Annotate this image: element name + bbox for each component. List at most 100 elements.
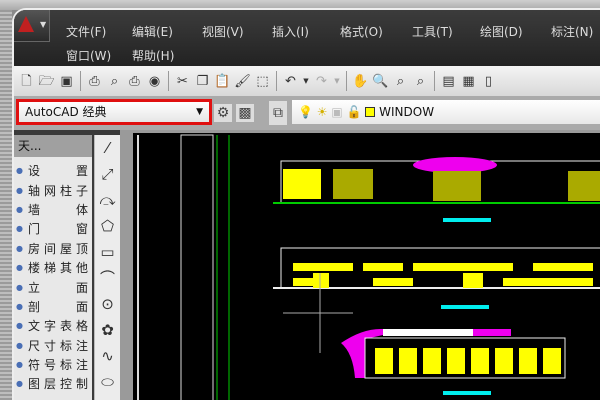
publish-icon[interactable]: ⎙	[126, 73, 143, 90]
workspace-settings-icon[interactable]: ⚙	[214, 104, 232, 122]
menu-bar: 文件(F) 编辑(E) 视图(V) 插入(I) 格式(O) 工具(T) 绘图(D…	[14, 10, 600, 66]
palette-item-stairs[interactable]: ● 楼梯其他	[14, 258, 92, 277]
item-label: 房间屋顶	[28, 241, 88, 256]
item-label: 门 窗	[28, 222, 88, 237]
menu-edit[interactable]: 编辑(E)	[132, 23, 173, 40]
autocad-window: 文件(F) 编辑(E) 视图(V) 插入(I) 格式(O) 工具(T) 绘图(D…	[12, 8, 600, 400]
separator	[80, 71, 81, 91]
line-icon[interactable]: ⁄	[95, 135, 120, 161]
ellipse-icon[interactable]: ⬭	[95, 369, 120, 395]
match-properties-icon[interactable]: 🖌	[234, 73, 251, 90]
cad-drawing	[137, 134, 600, 400]
drawing-canvas[interactable]	[133, 133, 600, 400]
menu-insert[interactable]: 插入(I)	[272, 23, 309, 40]
item-label: 设 置	[28, 164, 88, 179]
paste-icon[interactable]: 📋	[214, 73, 231, 90]
title-block	[180, 134, 214, 400]
tangent-palette: 天... ● 设 置 ● 轴网柱子 ● 墙 体 ● 门 窗 ● 房间屋顶 ● 楼梯其他 ● 立…	[14, 135, 92, 400]
save-icon[interactable]: ▣	[58, 73, 75, 90]
lock-open-icon: 🔓	[346, 105, 362, 119]
chevron-down-icon: ▼	[40, 20, 47, 29]
palette-item-elevation[interactable]: ● 立 面	[14, 277, 92, 296]
menu-view[interactable]: 视图(V)	[202, 23, 244, 40]
redo-dropdown-icon[interactable]: ▼	[333, 73, 341, 90]
lightbulb-icon: 💡	[298, 105, 313, 119]
palette-item-axis-grid[interactable]: ● 轴网柱子	[14, 180, 92, 199]
item-label: 轴网柱子	[28, 183, 88, 198]
workspace-selected: AutoCAD 经典	[25, 105, 107, 119]
circle-icon[interactable]: ⊙	[95, 291, 120, 317]
item-label: 剖 面	[28, 299, 88, 314]
block-editor-icon[interactable]: ⬚	[254, 73, 271, 90]
revision-cloud-icon[interactable]: ✿	[95, 317, 120, 343]
application-menu-button[interactable]: ▼	[14, 10, 50, 42]
item-label: 图层控制	[28, 377, 88, 392]
arc-icon[interactable]: ⌒	[95, 265, 120, 291]
palette-item-settings[interactable]: ● 设 置	[14, 161, 92, 180]
zoom-window-icon[interactable]: ⌕	[392, 73, 409, 90]
menu-draw[interactable]: 绘图(D)	[480, 23, 523, 40]
properties-icon[interactable]: ▤	[440, 73, 457, 90]
elevation-2	[273, 247, 600, 309]
new-icon[interactable]: 🗋	[18, 73, 35, 90]
pan-icon[interactable]: ✋	[352, 73, 369, 90]
item-label: 立 面	[28, 280, 88, 295]
palette-title: 天...	[14, 135, 92, 157]
zoom-previous-icon[interactable]: ⌕	[412, 73, 429, 90]
menu-file[interactable]: 文件(F)	[66, 23, 106, 40]
palette-item-door-window[interactable]: ● 门 窗	[14, 219, 92, 238]
design-center-icon[interactable]: ▦	[460, 73, 477, 90]
separator	[276, 71, 277, 91]
separator	[346, 71, 347, 91]
palette-item-symbol[interactable]: ● 符号标注	[14, 355, 92, 374]
redo-icon[interactable]: ↷	[313, 73, 330, 90]
palette-item-wall[interactable]: ● 墙 体	[14, 200, 92, 219]
menu-format[interactable]: 格式(O)	[340, 23, 383, 40]
elevation-3	[341, 328, 566, 395]
item-label: 尺寸标注	[28, 338, 88, 353]
separator	[168, 71, 169, 91]
item-label: 符号标注	[28, 358, 88, 373]
item-label: 楼梯其他	[28, 261, 88, 276]
layer-name: WINDOW	[379, 105, 435, 119]
cut-icon[interactable]: ✂	[174, 73, 191, 90]
viewport-freeze-icon: ▣	[331, 105, 343, 119]
spline-icon[interactable]: ∿	[95, 343, 120, 369]
zoom-realtime-icon[interactable]: 🔍	[372, 73, 389, 90]
draw-toolbar: ⁄ ⤢ ⤼ ⬠ ▭ ⌒ ⊙ ✿ ∿ ⬭	[94, 135, 120, 400]
palette-item-room-roof[interactable]: ● 房间屋顶	[14, 239, 92, 258]
separator	[434, 71, 435, 91]
desktop-edge	[0, 0, 12, 400]
undo-dropdown-icon[interactable]: ▼	[302, 73, 310, 90]
polygon-icon[interactable]: ⬠	[95, 213, 120, 239]
sun-icon: ☀	[316, 105, 328, 119]
menu-tools[interactable]: 工具(T)	[412, 23, 453, 40]
layer-properties-icon[interactable]: ⧉	[269, 101, 287, 125]
autocad-logo-icon	[18, 16, 34, 32]
layer-dropdown[interactable]: 💡 ☀ ▣ 🔓 WINDOW	[292, 100, 600, 124]
my-workspace-icon[interactable]: ▩	[236, 104, 254, 122]
frame-line	[137, 135, 139, 400]
palette-item-layer[interactable]: ● 图层控制	[14, 374, 92, 393]
item-label: 墙 体	[28, 202, 88, 217]
workspace-layer-toolbar: AutoCAD 经典 ▼ ⚙ ▩ ⧉ 💡 ☀ ▣ 🔓 WINDOW	[14, 96, 600, 130]
menu-help[interactable]: 帮助(H)	[132, 47, 174, 64]
chevron-down-icon: ▼	[196, 107, 203, 117]
undo-icon[interactable]: ↶	[282, 73, 299, 90]
menu-window[interactable]: 窗口(W)	[66, 47, 111, 64]
elevation-1	[273, 157, 600, 222]
palette-item-dimension[interactable]: ● 尺寸标注	[14, 336, 92, 355]
menu-dimension[interactable]: 标注(N)	[551, 23, 593, 40]
rectangle-icon[interactable]: ▭	[95, 239, 120, 265]
print-icon[interactable]: ⎙	[86, 73, 103, 90]
tool-palettes-icon[interactable]: ▯	[480, 73, 497, 90]
construction-line-icon[interactable]: ⤼	[95, 187, 120, 213]
workspace-dropdown[interactable]: AutoCAD 经典 ▼	[16, 99, 212, 125]
copy-icon[interactable]: ❐	[194, 73, 211, 90]
palette-item-section[interactable]: ● 剖 面	[14, 297, 92, 316]
3d-dwf-icon[interactable]: ◉	[146, 73, 163, 90]
polyline-icon[interactable]: ⤢	[95, 161, 120, 187]
preview-icon[interactable]: ⌕	[106, 73, 123, 90]
palette-item-text-table[interactable]: ● 文字表格	[14, 316, 92, 335]
open-icon[interactable]: 🗁	[38, 73, 55, 90]
